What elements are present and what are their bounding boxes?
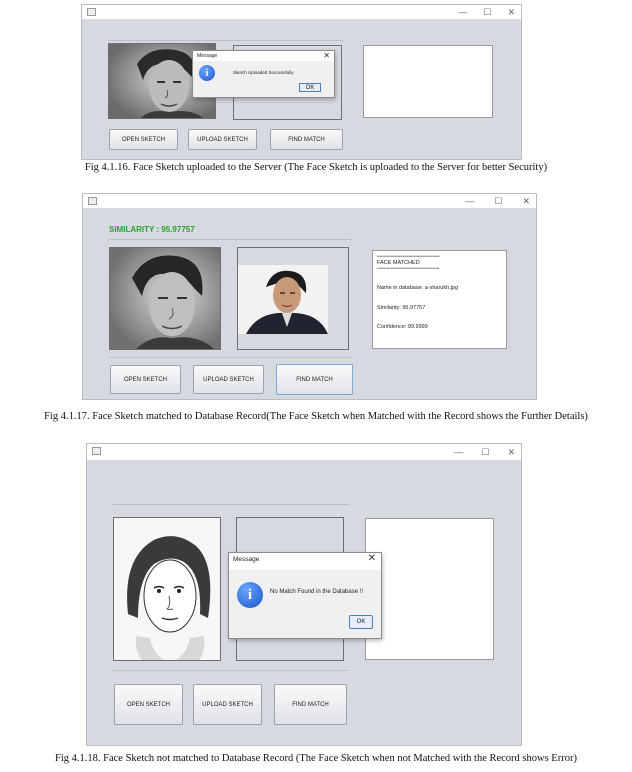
open-sketch-button[interactable]: OPEN SKETCH	[109, 129, 178, 150]
separator	[108, 40, 344, 41]
maximize-icon[interactable]: ☐	[481, 447, 489, 458]
dialog-title: Message	[197, 53, 218, 59]
app-window-fig3: — ☐ ✕ Message ✕ i No Match Found in the …	[86, 443, 522, 746]
sketch-panel	[109, 247, 221, 350]
result-stars-bottom: ****************************************…	[377, 266, 440, 271]
upload-sketch-button[interactable]: UPLOAD SKETCH	[193, 365, 264, 394]
message-dialog: Message ✕ i Sketch Uploaded Successfully…	[192, 50, 335, 98]
minimize-icon[interactable]: —	[465, 196, 474, 206]
upload-sketch-button[interactable]: UPLOAD SKETCH	[193, 684, 262, 725]
ok-button[interactable]: OK	[349, 615, 373, 629]
open-sketch-button[interactable]: OPEN SKETCH	[114, 684, 183, 725]
result-name-line: Name in database: a-sharukh.jpg	[377, 285, 459, 291]
separator	[113, 504, 349, 505]
result-similarity-line: Similarity: 95.97757	[377, 305, 426, 311]
dialog-body: i Sketch Uploaded Successfully OK	[193, 61, 334, 97]
figure-caption: Fig 4.1.17. Face Sketch matched to Datab…	[44, 411, 588, 422]
app-icon	[88, 197, 97, 205]
open-sketch-button[interactable]: OPEN SKETCH	[110, 365, 181, 394]
separator	[109, 239, 351, 240]
find-match-button[interactable]: FIND MATCH	[270, 129, 343, 150]
separator	[113, 670, 349, 671]
maximize-icon[interactable]: ☐	[494, 196, 502, 207]
close-icon[interactable]: ✕	[507, 7, 515, 18]
figure-caption: Fig 4.1.16. Face Sketch uploaded to the …	[84, 162, 548, 173]
dialog-body: i No Match Found in the Database !! OK	[229, 570, 381, 638]
result-box	[363, 45, 493, 118]
info-icon: i	[237, 582, 263, 608]
find-match-button[interactable]: FIND MATCH	[274, 684, 347, 725]
maximize-icon[interactable]: ☐	[483, 7, 491, 18]
figure-caption: Fig 4.1.18. Face Sketch not matched to D…	[55, 753, 577, 764]
matched-photo	[238, 265, 328, 334]
info-icon: i	[199, 65, 215, 81]
app-icon	[92, 447, 101, 455]
minimize-icon[interactable]: —	[454, 447, 463, 457]
message-dialog: Message ✕ i No Match Found in the Databa…	[228, 552, 382, 639]
top-left-corner	[0, 0, 64, 12]
match-panel	[237, 247, 349, 350]
app-icon	[87, 8, 96, 16]
result-box: ****************************************…	[372, 250, 507, 349]
close-icon[interactable]: ✕	[323, 51, 330, 60]
similarity-header: SIMILARITY : 95.97757	[109, 225, 195, 234]
sketch-image	[110, 248, 220, 349]
minimize-icon[interactable]: —	[458, 7, 467, 17]
separator	[109, 357, 351, 358]
result-stars-top: ****************************************…	[377, 254, 440, 259]
sketch-panel	[113, 517, 221, 661]
upload-sketch-button[interactable]: UPLOAD SKETCH	[188, 129, 257, 150]
dialog-message: Sketch Uploaded Successfully	[233, 70, 294, 75]
ok-button[interactable]: OK	[299, 83, 321, 92]
title-bar: — ☐ ✕	[82, 5, 521, 19]
sketch-image	[114, 518, 220, 660]
close-icon[interactable]: ✕	[507, 447, 515, 458]
title-bar: — ☐ ✕	[87, 444, 521, 460]
title-bar: — ☐ ✕	[83, 194, 536, 208]
close-icon[interactable]: ✕	[522, 196, 530, 207]
result-confidence-line: Confidence: 99.9999	[377, 324, 428, 330]
find-match-button[interactable]: FIND MATCH	[276, 364, 353, 395]
app-window-fig2: — ☐ ✕ SIMILARITY : 95.97757 ************…	[82, 193, 537, 400]
result-box	[365, 518, 494, 660]
app-window-fig1: — ☐ ✕ Message ✕ i Sketch Uploaded Succes…	[81, 4, 522, 160]
dialog-message: No Match Found in the Database !!	[270, 589, 364, 595]
dialog-title: Message	[233, 556, 260, 563]
close-icon[interactable]: ✕	[368, 553, 376, 564]
